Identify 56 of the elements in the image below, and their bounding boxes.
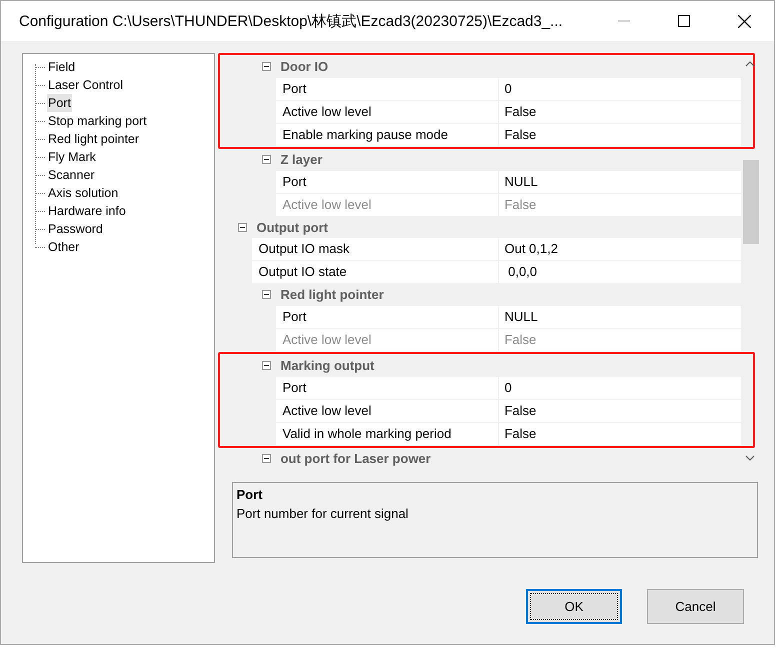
property-value[interactable]: NULL	[499, 170, 741, 192]
collapse-icon[interactable]	[262, 155, 272, 164]
property-name: Active low level	[276, 328, 500, 350]
tree-item[interactable]: Other	[47, 238, 80, 256]
tree-item[interactable]: Password	[47, 220, 104, 238]
property-name: Port	[276, 78, 500, 100]
collapse-icon[interactable]	[262, 62, 272, 71]
tree-item[interactable]: Laser Control	[47, 76, 124, 94]
property-value[interactable]: False	[499, 422, 741, 444]
scrollbar-thumb[interactable]	[743, 160, 759, 244]
tree-item[interactable]: Fly Mark	[47, 148, 97, 166]
property-name: Active low level	[276, 400, 500, 422]
property-value[interactable]: Out 0,1,2	[499, 238, 741, 260]
description-title: Port	[236, 487, 264, 502]
property-name: Active low level	[276, 101, 500, 123]
scroll-down-icon[interactable]	[745, 455, 755, 461]
tree-item[interactable]: Port	[47, 94, 72, 112]
collapse-icon[interactable]	[262, 360, 272, 370]
property-name: Port	[276, 376, 500, 398]
close-icon	[738, 14, 750, 28]
window-title: Configuration C:\Users\THUNDER\Desktop\林镇武\Ezcad3(20230725)\Ezcad3_...	[19, 12, 564, 30]
property-name: Output IO mask	[252, 238, 500, 260]
tree-item[interactable]: Red light pointer	[47, 130, 140, 148]
group-header[interactable]: Output port	[256, 220, 328, 235]
collapse-icon[interactable]	[262, 454, 272, 463]
property-name: Enable marking pause mode	[276, 124, 500, 146]
collapse-icon[interactable]	[238, 222, 248, 232]
scroll-up-icon[interactable]	[745, 61, 755, 67]
group-header[interactable]: Z layer	[280, 152, 322, 168]
group-header[interactable]: Red light pointer	[280, 287, 384, 302]
dialog-button[interactable]: OK	[526, 589, 622, 624]
property-name: Active low level	[276, 194, 500, 216]
property-value[interactable]: False	[499, 124, 741, 146]
property-value[interactable]: False	[499, 101, 741, 123]
property-value[interactable]: 0,0,0	[499, 261, 741, 283]
tree-item[interactable]: Hardware info	[47, 202, 127, 220]
group-header[interactable]: Door IO	[280, 59, 328, 74]
description-text: Port number for current signal	[236, 506, 410, 521]
tree-item[interactable]: Scanner	[47, 166, 96, 184]
property-value[interactable]: 0	[499, 376, 741, 398]
minimize-icon	[618, 20, 630, 22]
property-name: Port	[276, 306, 500, 328]
dialog-button[interactable]: Cancel	[647, 589, 744, 624]
group-header[interactable]: Marking output	[280, 358, 374, 372]
property-name: Valid in whole marking period	[276, 422, 500, 444]
tree-item[interactable]: Axis solution	[47, 184, 120, 202]
tree-item[interactable]: Stop marking port	[47, 112, 148, 130]
property-value[interactable]: 0	[499, 78, 741, 100]
property-name: Output IO state	[252, 261, 500, 283]
property-name: Port	[276, 170, 500, 192]
group-header[interactable]: out port for Laser power	[280, 450, 431, 466]
property-value[interactable]: NULL	[499, 306, 741, 328]
collapse-icon[interactable]	[262, 290, 272, 300]
tree-item[interactable]: Field	[47, 58, 76, 76]
maximize-icon	[678, 15, 690, 27]
property-value[interactable]: False	[499, 400, 741, 422]
